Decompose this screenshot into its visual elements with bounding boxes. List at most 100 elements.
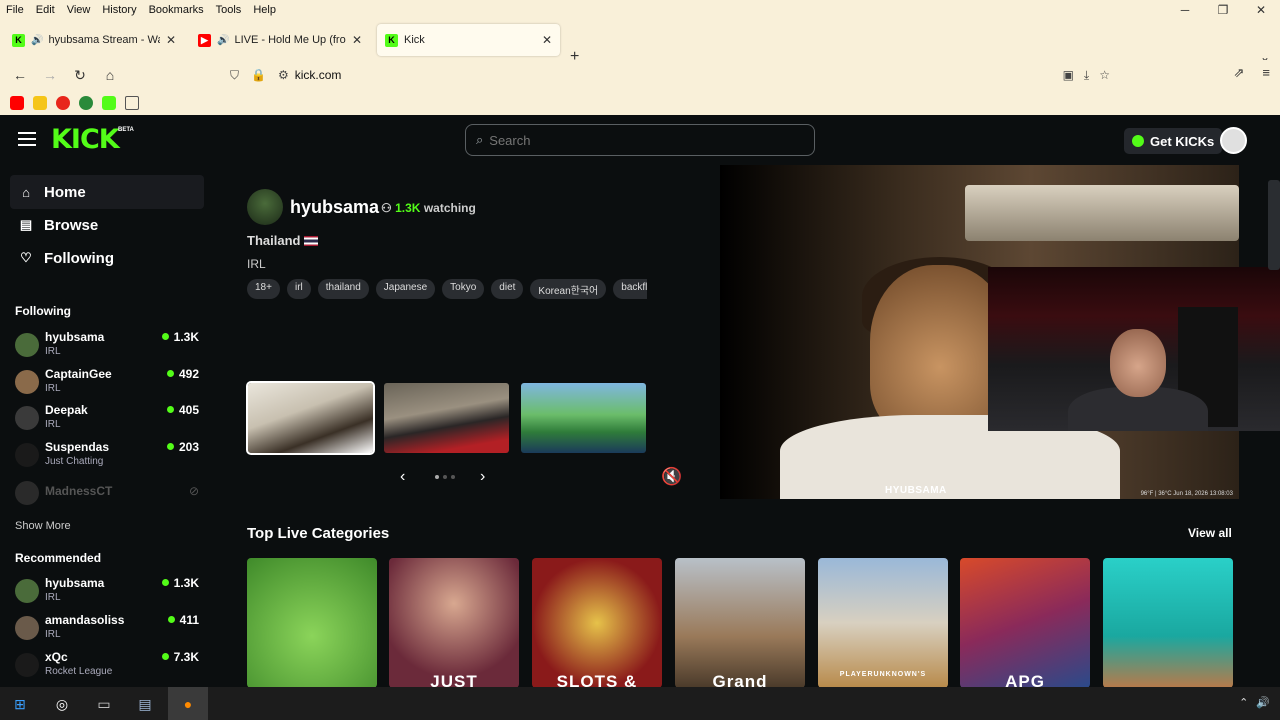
close-tab-icon[interactable]: ✕	[352, 33, 362, 47]
following-channel-deepak[interactable]: Deepak IRL 405	[15, 403, 205, 437]
carousel-thumbnail[interactable]	[521, 383, 646, 453]
menu-help[interactable]: Help	[247, 4, 282, 16]
kick-page: KICK BETA ⌕ Get KICKs ⌂ Home ▤ Browse ♡ …	[0, 115, 1280, 687]
site-settings-icon[interactable]: ⚙	[278, 68, 289, 82]
user-avatar[interactable]	[1220, 127, 1247, 154]
category-card[interactable]: Grand	[675, 558, 805, 687]
search-input[interactable]	[489, 132, 790, 148]
url-bar[interactable]: ⛉ 🔒 ⚙ kick.com ▣ ⤓ ☆	[224, 63, 1118, 87]
avatar	[15, 616, 39, 640]
tag-chip[interactable]: irl	[286, 279, 311, 299]
tag-chip[interactable]: Japanese	[375, 279, 436, 299]
muted-speaker-icon[interactable]: 🔇	[661, 467, 682, 487]
sidebar-item-browse[interactable]: ▤ Browse	[10, 208, 204, 242]
category-card[interactable]: PLAYERUNKNOWN'S	[818, 558, 948, 687]
volume-icon[interactable]: 🔊	[1256, 696, 1270, 709]
lock-icon[interactable]: 🔒	[251, 68, 266, 82]
page-scrollbar[interactable]	[1268, 180, 1280, 270]
following-channel-suspendas[interactable]: Suspendas Just Chatting 203	[15, 440, 205, 474]
pip-icon[interactable]: ▣	[1063, 68, 1074, 83]
speaker-icon[interactable]: 🔊	[217, 35, 229, 46]
steam-icon[interactable]: ◎	[50, 692, 74, 716]
hamburger-menu-icon[interactable]	[18, 132, 36, 150]
menu-view[interactable]: View	[61, 4, 97, 16]
tag-chip[interactable]: diet	[491, 279, 524, 299]
tag-chip[interactable]: Tokyo	[442, 279, 485, 299]
firefox-icon[interactable]: ●	[176, 692, 200, 716]
close-window-button[interactable]: ✕	[1242, 0, 1280, 20]
menu-history[interactable]: History	[96, 4, 142, 16]
following-channel-hyubsama[interactable]: hyubsama IRL 1.3K	[15, 330, 205, 364]
offline-icon: ⊘	[188, 484, 199, 498]
bookmark-star-icon[interactable]: ☆	[1099, 68, 1110, 83]
carousel-prev-icon[interactable]: ‹	[400, 468, 405, 486]
sidebar-item-following[interactable]: ♡ Following	[10, 241, 204, 275]
tab-youtube-live[interactable]: ▶ 🔊 LIVE - Hold Me Up (from Za ✕	[190, 24, 370, 56]
bookmark-kick-icon[interactable]	[102, 95, 116, 110]
carousel-next-icon[interactable]: ›	[480, 468, 485, 486]
tab-hyubsama[interactable]: K 🔊 hyubsama Stream - Watch L ✕	[4, 24, 184, 56]
bookmark-game-icon[interactable]	[79, 95, 93, 110]
avatar	[15, 443, 39, 467]
live-dot-icon	[161, 333, 169, 340]
kick-logo[interactable]: KICK	[51, 124, 120, 155]
reload-icon[interactable]: ↻	[70, 65, 90, 85]
forward-icon[interactable]: →	[40, 65, 60, 85]
picture-in-picture-video[interactable]	[988, 267, 1280, 431]
back-icon[interactable]: ←	[10, 65, 30, 85]
carousel-thumbnail[interactable]	[384, 383, 509, 453]
minimize-button[interactable]: ─	[1166, 0, 1204, 20]
following-channel-captaingee[interactable]: CaptainGee IRL 492	[15, 367, 205, 401]
view-all-link[interactable]: View all	[1188, 526, 1232, 540]
shield-icon[interactable]: ⛉	[230, 68, 239, 83]
recommended-channel-hyubsama[interactable]: hyubsama IRL 1.3K	[15, 576, 205, 610]
tag-chip[interactable]: 18+	[247, 279, 280, 299]
menu-file[interactable]: File	[0, 4, 30, 16]
home-icon: ⌂	[22, 184, 30, 200]
tag-chip[interactable]: thailand	[317, 279, 369, 299]
speaker-icon[interactable]: 🔊	[31, 35, 43, 46]
recommended-channel-xqc[interactable]: xQc Rocket League 7.3K	[15, 650, 205, 684]
carousel-thumbnail[interactable]	[246, 381, 375, 455]
tray-overflow-icon[interactable]: ⌃	[1239, 696, 1248, 709]
kicks-coin-icon	[1132, 135, 1144, 147]
category-card[interactable]	[1103, 558, 1233, 687]
save-page-icon[interactable]: ⤓	[1084, 68, 1089, 83]
featured-streamer-avatar[interactable]	[247, 189, 283, 225]
search-box[interactable]: ⌕	[465, 124, 815, 156]
menu-tools[interactable]: Tools	[210, 4, 248, 16]
extensions-icon[interactable]: ⇗	[1234, 65, 1245, 81]
windows-start-icon[interactable]: ⊞	[8, 692, 32, 716]
bookmark-imdb-icon[interactable]	[33, 95, 47, 110]
bookmark-tomato-icon[interactable]	[56, 95, 70, 110]
category-card[interactable]: APG	[960, 558, 1090, 687]
close-tab-icon[interactable]: ✕	[542, 33, 552, 47]
get-kicks-button[interactable]: Get KICKs	[1124, 128, 1223, 154]
menu-bookmarks[interactable]: Bookmarks	[143, 4, 210, 16]
featured-streamer-name[interactable]: hyubsama	[290, 197, 379, 218]
stream-category[interactable]: IRL	[247, 257, 266, 271]
following-channel-madnessct[interactable]: MadnessCT ⊘	[15, 481, 205, 518]
url-text[interactable]: kick.com	[295, 68, 342, 82]
monitor-app-icon[interactable]: ▤	[133, 692, 157, 716]
category-card[interactable]: JUST	[389, 558, 519, 687]
menu-edit[interactable]: Edit	[30, 4, 61, 16]
bookmark-youtube-icon[interactable]	[10, 95, 24, 110]
sidebar-item-home[interactable]: ⌂ Home	[10, 175, 204, 209]
category-card[interactable]: SLOTS &	[532, 558, 662, 687]
home-icon[interactable]: ⌂	[100, 65, 120, 85]
channel-name: CaptainGee	[45, 367, 112, 381]
bookmark-folder-icon[interactable]	[125, 95, 139, 110]
tag-chip[interactable]: backfli	[613, 279, 647, 299]
tab-kick[interactable]: K Kick ✕	[377, 24, 560, 56]
maximize-button[interactable]: ❐	[1204, 0, 1242, 20]
app-menu-icon[interactable]: ≡	[1262, 65, 1270, 81]
file-explorer-icon[interactable]: ▭	[92, 692, 116, 716]
show-more-link[interactable]: Show More	[15, 520, 71, 532]
recommended-channel-amandasoliss[interactable]: amandasoliss IRL 411	[15, 613, 205, 647]
channel-name: Deepak	[45, 403, 88, 417]
recommended-header: Recommended	[15, 551, 102, 565]
close-tab-icon[interactable]: ✕	[166, 33, 176, 47]
tag-chip[interactable]: Korean한국어	[530, 279, 607, 299]
category-card[interactable]	[247, 558, 377, 687]
